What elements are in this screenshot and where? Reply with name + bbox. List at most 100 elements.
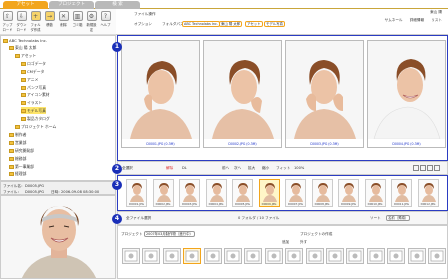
folder-icon bbox=[9, 164, 14, 169]
breadcrumb-model-photo[interactable]: モデル写真 bbox=[264, 21, 285, 27]
strip-thumbnail[interactable]: D0011.JPG bbox=[391, 179, 412, 207]
select-all-files-link[interactable]: 全ファイル選択 bbox=[126, 216, 151, 221]
photo-item[interactable]: D0001.JPG (0.3M) bbox=[121, 40, 200, 148]
tree-item-label: CMデータ bbox=[27, 68, 45, 74]
tree-item[interactable]: 東山 陽 太郎 bbox=[9, 44, 36, 51]
tree-item-label: 総務部 bbox=[15, 155, 27, 161]
trash-button[interactable]: ▥ ゴミ箱 bbox=[71, 10, 84, 27]
file-name-label: ファイル名： bbox=[3, 184, 25, 188]
project-thumbnail[interactable] bbox=[224, 248, 242, 264]
remove-from-project-link[interactable]: 外す bbox=[300, 240, 307, 245]
tree-item[interactable]: 営業部 bbox=[9, 139, 26, 146]
tree-item[interactable]: CMデータ bbox=[21, 68, 44, 75]
next-button[interactable]: 次へ bbox=[234, 166, 241, 171]
project-thumbnail[interactable] bbox=[285, 248, 304, 264]
photo-item[interactable]: D0002.JPG (0.3M) bbox=[203, 40, 282, 148]
download-button[interactable]: ⇩ ダウンロード bbox=[15, 10, 28, 32]
strip-thumbnail[interactable]: D0012.JPG bbox=[417, 179, 439, 207]
help-button[interactable]: ? ヘルプ bbox=[99, 10, 112, 27]
project-thumbnail[interactable] bbox=[387, 248, 406, 264]
tree-item[interactable]: 製品カタログ bbox=[21, 115, 50, 122]
tree-root[interactable]: ABC Technolabs Inc. bbox=[3, 37, 47, 44]
fit-button[interactable]: フィット bbox=[276, 166, 290, 171]
select-all-link[interactable]: 全選択 bbox=[122, 166, 133, 171]
project-thumbnail[interactable] bbox=[244, 248, 263, 264]
project-thumbnail[interactable] bbox=[122, 248, 140, 264]
strip-thumbnail[interactable]: D0001.JPG bbox=[126, 179, 147, 207]
download-link[interactable]: DL bbox=[182, 166, 187, 170]
project-select[interactable]: 2007年03月制作物（進行中） bbox=[144, 231, 195, 237]
tree-item[interactable]: プロジェクト ホーム bbox=[15, 123, 56, 130]
move-button[interactable]: → 移動 bbox=[43, 10, 56, 27]
layout-3-icon[interactable] bbox=[427, 165, 433, 171]
project-thumbnail[interactable] bbox=[264, 248, 283, 264]
tab-asset[interactable]: アセット bbox=[3, 1, 48, 9]
prev-button[interactable]: 前へ bbox=[222, 166, 229, 171]
project-thumbnail[interactable] bbox=[162, 248, 181, 264]
project-thumbnail[interactable] bbox=[346, 248, 365, 264]
strip-thumbnail[interactable]: D0007.JPG bbox=[285, 179, 306, 207]
tree-item[interactable]: パンフ写真 bbox=[21, 84, 46, 91]
delete-button[interactable]: ✕ 削除 bbox=[57, 10, 70, 27]
view-list-link[interactable]: リスト bbox=[431, 18, 442, 22]
tree-item[interactable]: アセット bbox=[15, 52, 36, 59]
tree-item[interactable]: イラスト bbox=[21, 99, 42, 106]
project-thumbnail[interactable] bbox=[326, 248, 344, 264]
zoom-in-button[interactable]: 拡大 bbox=[248, 166, 255, 171]
tree-item-label: 営業部 bbox=[15, 139, 27, 145]
sort-select[interactable]: 名前（昇順） bbox=[386, 215, 411, 221]
strip-thumbnail[interactable]: D0002.JPG bbox=[152, 179, 174, 207]
photo-item[interactable]: D0003.JPG (0.3M) bbox=[285, 40, 364, 148]
viewer-toolbar: 全選択 解除 DL 前へ 次へ 拡大 縮小 フィット 100% 2 bbox=[112, 161, 448, 175]
breadcrumb-company[interactable]: ABC Technolabs Inc. bbox=[182, 21, 220, 27]
tree-item[interactable]: アニメ bbox=[21, 76, 38, 83]
tree-item[interactable]: ロゴデータ bbox=[21, 60, 46, 67]
project-item-icon bbox=[185, 250, 199, 262]
callout-badge-3: 3 bbox=[112, 180, 122, 190]
create-project-link[interactable]: プロジェクトの作成 bbox=[300, 232, 332, 237]
layout-switcher[interactable] bbox=[413, 165, 443, 172]
create-folder-button[interactable]: + フォルダ作成 bbox=[29, 10, 42, 32]
add-to-project-link[interactable]: 追加 bbox=[282, 240, 289, 245]
project-thumbnail[interactable] bbox=[428, 248, 446, 264]
tree-item[interactable]: 制作者 bbox=[9, 131, 26, 138]
option-menu[interactable]: オプション bbox=[134, 22, 152, 27]
tab-search[interactable]: 検 索 bbox=[95, 1, 140, 9]
tree-item[interactable]: 経理部 bbox=[9, 170, 26, 177]
settings-button[interactable]: ⚙ 新規設定 bbox=[85, 10, 98, 32]
strip-thumbnail[interactable]: D0009.JPG bbox=[338, 179, 359, 207]
photo-image bbox=[286, 41, 363, 139]
upload-button[interactable]: ⇧ アップロード bbox=[1, 10, 14, 32]
strip-thumbnail[interactable]: D0004.JPG bbox=[205, 179, 227, 207]
tree-item[interactable]: 総務部 bbox=[9, 155, 26, 162]
strip-thumbnail[interactable]: D0003.JPG bbox=[179, 179, 200, 207]
zoom-out-button[interactable]: 縮小 bbox=[262, 166, 269, 171]
project-thumbnail[interactable] bbox=[183, 248, 202, 264]
tree-item[interactable]: 第一事業部 bbox=[9, 163, 34, 170]
deselect-link[interactable]: 解除 bbox=[166, 166, 173, 171]
project-thumbnail[interactable] bbox=[366, 248, 385, 264]
tree-item[interactable]: アイコン素材 bbox=[21, 91, 50, 98]
strip-thumbnail[interactable]: D0005.JPG bbox=[232, 179, 253, 207]
strip-thumbnail[interactable]: D0010.JPG bbox=[364, 179, 386, 207]
breadcrumb-user[interactable]: 東山 陽 太郎 bbox=[219, 21, 243, 27]
layout-2-icon[interactable] bbox=[420, 165, 426, 171]
layout-4-icon[interactable] bbox=[434, 165, 440, 171]
project-thumbnail[interactable] bbox=[142, 248, 161, 264]
photo-item[interactable]: D0004.JPG (0.3M) bbox=[367, 40, 446, 148]
project-thumbnail[interactable] bbox=[407, 248, 426, 264]
layout-1-icon[interactable] bbox=[413, 165, 419, 171]
breadcrumb-asset[interactable]: アセット bbox=[245, 21, 263, 27]
file-ops-menu[interactable]: ファイル操作 bbox=[134, 12, 156, 17]
project-thumbnail[interactable] bbox=[203, 248, 222, 264]
strip-thumbnail[interactable]: D0006.JPG bbox=[258, 179, 280, 207]
tab-project[interactable]: プロジェクト bbox=[49, 1, 94, 9]
project-thumbnail[interactable] bbox=[305, 248, 324, 264]
folder-path-label: フォルダパス bbox=[162, 22, 184, 26]
tree-item[interactable]: 研究開発部 bbox=[9, 147, 34, 154]
view-detail-link[interactable]: 詳細情報 bbox=[410, 18, 424, 22]
project-item-icon bbox=[328, 250, 342, 262]
view-thumbnail-link[interactable]: サムネール bbox=[385, 18, 403, 22]
strip-thumbnail[interactable]: D0008.JPG bbox=[311, 179, 333, 207]
tree-item[interactable]: モデル写真 bbox=[21, 107, 46, 115]
